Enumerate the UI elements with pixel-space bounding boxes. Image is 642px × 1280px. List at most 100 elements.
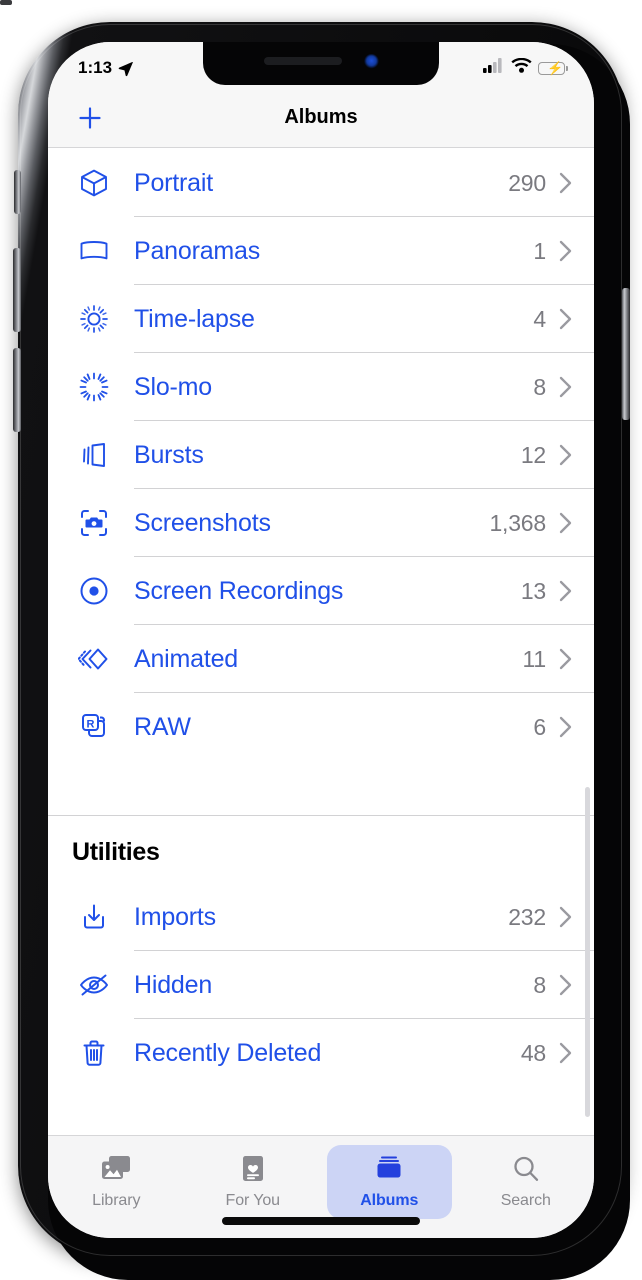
chevron-right-icon xyxy=(559,444,572,466)
list-item-count: 48 xyxy=(520,1039,546,1066)
raw-squares-icon: R xyxy=(72,711,116,743)
list-item-label: Hidden xyxy=(134,970,213,999)
volume-up-button[interactable] xyxy=(13,248,21,332)
list-item-label: Bursts xyxy=(134,440,204,469)
cellular-signal-icon xyxy=(483,58,505,78)
chevron-right-icon xyxy=(559,512,572,534)
list-item-label: Time-lapse xyxy=(134,304,255,333)
list-item-time-lapse[interactable]: Time-lapse 4 xyxy=(48,285,594,353)
eye-slash-icon xyxy=(72,969,116,1001)
list-item-count: 232 xyxy=(508,903,546,930)
list-item-count: 11 xyxy=(522,645,547,672)
status-bar-right: ⚡ xyxy=(483,52,568,78)
section-gap xyxy=(48,761,594,815)
list-item-raw[interactable]: R RAW 6 xyxy=(48,693,594,761)
timelapse-icon xyxy=(72,303,116,335)
chevron-right-icon xyxy=(559,308,572,330)
mute-switch[interactable] xyxy=(14,170,21,214)
list-item-count: 13 xyxy=(520,577,546,604)
tab-library[interactable]: Library xyxy=(54,1145,179,1219)
screenshot-camera-icon xyxy=(72,507,116,539)
trash-icon xyxy=(72,1037,116,1069)
list-item-label: Animated xyxy=(134,644,239,673)
power-button[interactable] xyxy=(622,288,630,420)
list-item-count: 6 xyxy=(533,713,546,740)
svg-text:R: R xyxy=(87,719,95,731)
list-item-count: 12 xyxy=(520,441,546,468)
chevron-right-icon xyxy=(559,580,572,602)
list-item-hidden[interactable]: Hidden 8 xyxy=(48,951,594,1019)
list-item-imports[interactable]: Imports 232 xyxy=(48,883,594,951)
volume-down-button[interactable] xyxy=(13,348,21,432)
list-item-count: 1 xyxy=(533,237,546,264)
list-item-bursts[interactable]: Bursts 12 xyxy=(48,421,594,489)
tab-label: Search xyxy=(500,1192,551,1209)
chevron-right-icon xyxy=(559,648,572,670)
record-circle-icon xyxy=(72,575,116,607)
chevron-right-icon xyxy=(559,240,572,262)
list-item-panoramas[interactable]: Panoramas 1 xyxy=(48,217,594,285)
antenna-band xyxy=(0,0,12,5)
list-item-count: 290 xyxy=(508,169,546,196)
page-title: Albums xyxy=(284,106,358,128)
bursts-icon xyxy=(72,439,116,471)
import-download-icon xyxy=(72,901,116,933)
chevron-right-icon xyxy=(559,906,572,928)
list-item-label: Slo-mo xyxy=(134,372,212,401)
list-item-animated[interactable]: Animated 11 xyxy=(48,625,594,693)
tab-albums[interactable]: Albums xyxy=(327,1145,452,1219)
animated-diamond-icon xyxy=(72,643,116,675)
front-camera-icon xyxy=(363,53,379,69)
list-item-count: 1,368 xyxy=(489,509,546,536)
list-item-label: RAW xyxy=(134,712,191,741)
earpiece-speaker-icon xyxy=(263,57,342,65)
home-indicator[interactable] xyxy=(222,1217,420,1225)
list-item-count: 8 xyxy=(533,373,546,400)
list-item-screenshots[interactable]: Screenshots 1,368 xyxy=(48,489,594,557)
plus-icon xyxy=(79,106,101,129)
list-item-label: Screen Recordings xyxy=(134,576,344,605)
list-item-label: Imports xyxy=(134,902,216,931)
tab-label: For You xyxy=(225,1192,281,1209)
tab-search[interactable]: Search xyxy=(464,1145,589,1219)
heart-card-icon xyxy=(238,1152,268,1186)
battery-cap xyxy=(566,65,568,71)
chevron-right-icon xyxy=(559,1042,572,1064)
display-notch xyxy=(203,42,439,85)
albums-list[interactable]: Portrait 290 Panoramas 1 Time-lapse 4 Sl… xyxy=(48,149,594,1135)
list-item-recently-deleted[interactable]: Recently Deleted 48 xyxy=(48,1019,594,1087)
magnifier-icon xyxy=(511,1152,541,1186)
albums-folder-icon xyxy=(373,1152,405,1186)
vertical-scrollbar[interactable] xyxy=(585,787,590,1117)
status-time: 1:13 xyxy=(78,58,113,77)
tab-label: Albums xyxy=(360,1192,419,1209)
phone-screen: 1:13 ⚡ Albums Portrait 290 Panoramas 1 T… xyxy=(48,42,594,1238)
list-item-label: Panoramas xyxy=(134,236,261,265)
section-header-utilities: Utilities xyxy=(48,816,594,883)
photos-stack-icon xyxy=(100,1152,132,1186)
chevron-right-icon xyxy=(559,172,572,194)
status-bar-left: 1:13 xyxy=(78,52,134,78)
list-item-label: Recently Deleted xyxy=(134,1038,322,1067)
tab-for-you[interactable]: For You xyxy=(191,1145,316,1219)
list-item-portrait[interactable]: Portrait 290 xyxy=(48,149,594,217)
location-arrow-icon xyxy=(117,60,134,77)
wifi-icon xyxy=(511,57,532,78)
tab-label: Library xyxy=(92,1192,141,1209)
charging-bolt-icon: ⚡ xyxy=(547,60,564,76)
slomo-icon xyxy=(72,371,116,403)
list-item-count: 4 xyxy=(533,305,546,332)
list-item-count: 8 xyxy=(533,971,546,998)
chevron-right-icon xyxy=(559,974,572,996)
add-album-button[interactable] xyxy=(70,98,110,138)
battery-charging-icon: ⚡ xyxy=(538,60,568,76)
list-item-label: Portrait xyxy=(134,168,213,197)
navigation-bar: Albums xyxy=(48,88,594,148)
list-item-slo-mo[interactable]: Slo-mo 8 xyxy=(48,353,594,421)
cube-icon xyxy=(72,167,116,199)
chevron-right-icon xyxy=(559,376,572,398)
chevron-right-icon xyxy=(559,716,572,738)
list-item-screen-recordings[interactable]: Screen Recordings 13 xyxy=(48,557,594,625)
panorama-icon xyxy=(72,235,116,267)
list-item-label: Screenshots xyxy=(134,508,271,537)
